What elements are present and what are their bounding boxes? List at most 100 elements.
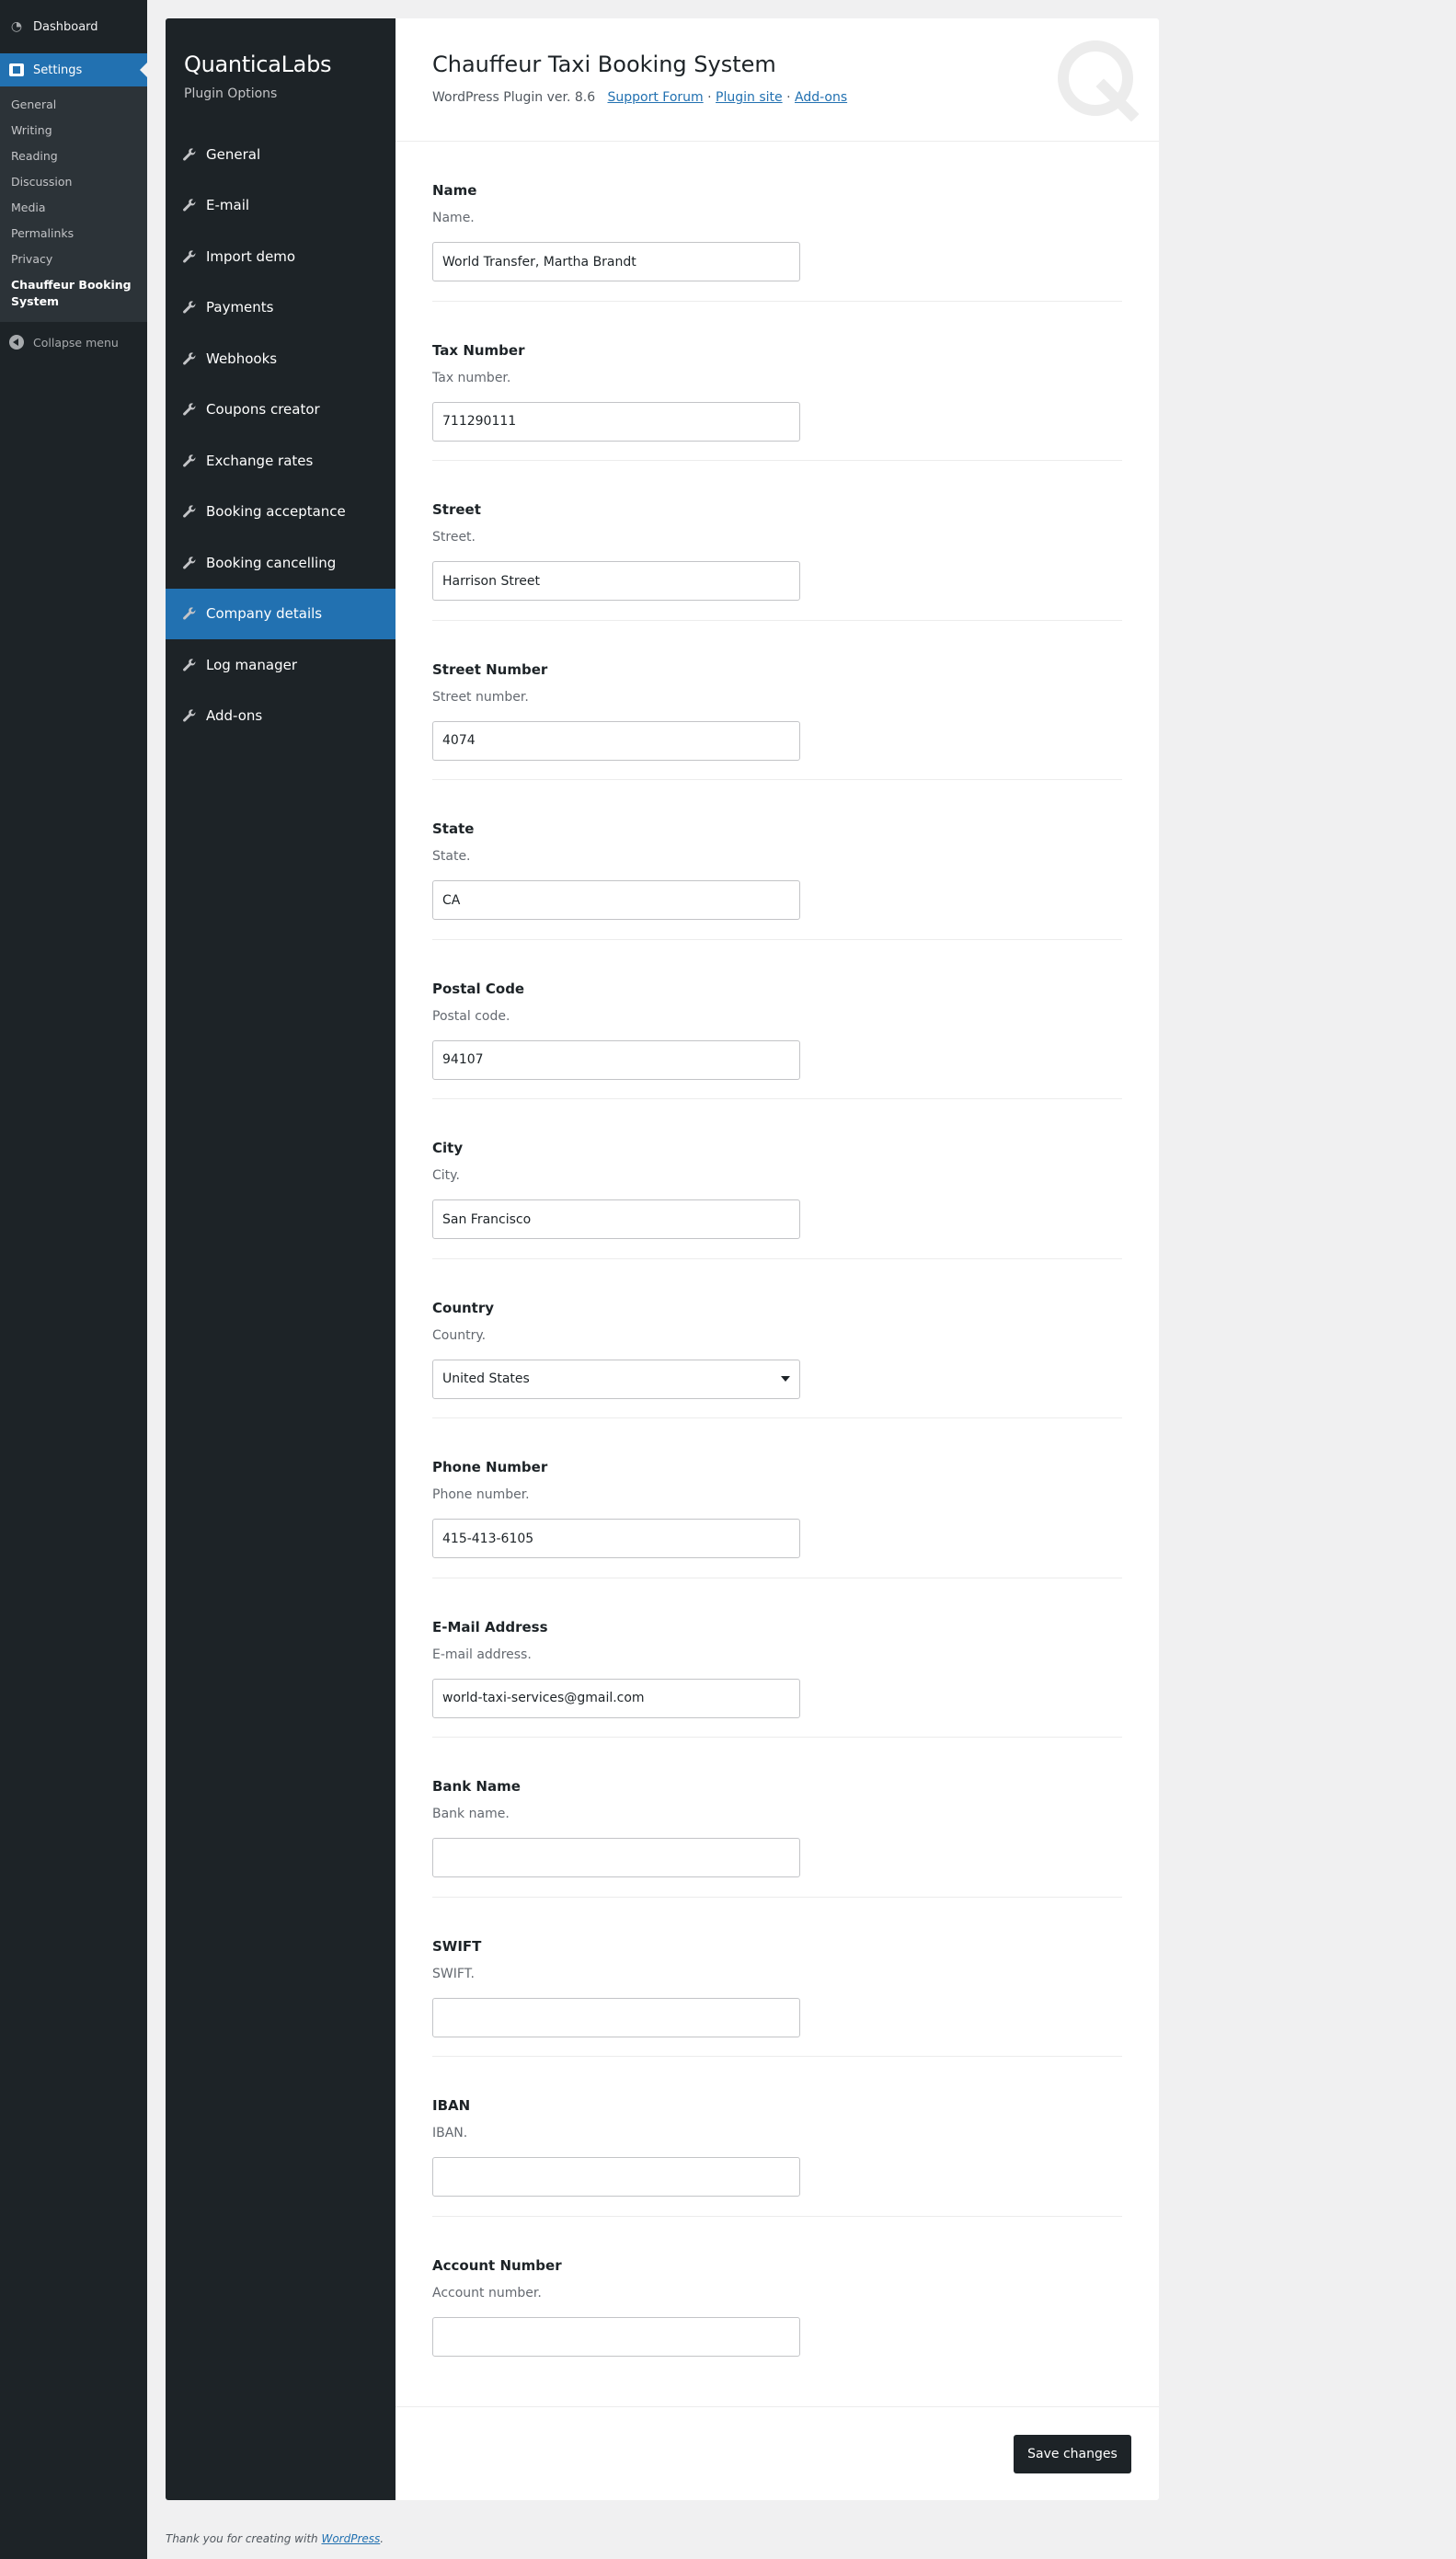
version-line: WordPress Plugin ver. 8.6 Support Forum … [432,90,1122,105]
separator: · [786,90,791,105]
submenu-permalinks[interactable]: Permalinks [0,221,147,247]
plugin-nav-item-booking-cancelling[interactable]: Booking cancelling [166,537,396,589]
postal-code-input[interactable] [432,1039,800,1080]
field-iban: IBAN IBAN. [432,2057,1122,2217]
street-number-input[interactable] [432,720,800,761]
email-input[interactable] [432,1678,800,1718]
wrench-icon [183,607,196,620]
plugin-nav-item-import-demo[interactable]: Import demo [166,231,396,282]
plugin-options-panel: QuanticaLabs Plugin Options General E-mai… [166,18,1159,2500]
field-description: Phone number. [432,1487,530,1502]
field-label: Bank Name [432,1778,521,1795]
swift-input[interactable] [432,1997,800,2037]
plugin-nav-item-label: Log manager [206,656,297,673]
submenu-chauffeur-booking[interactable]: Chauffeur Booking System [0,272,147,315]
field-label: Account Number [432,2256,562,2274]
plugin-nav-item-general[interactable]: General [166,129,396,180]
field-label: Street [432,501,481,518]
submenu-privacy[interactable]: Privacy [0,247,147,272]
tax-number-input[interactable] [432,401,800,442]
footer-end: . [380,2532,384,2545]
wrench-icon [183,454,196,467]
plugin-nav-item-label: General [206,145,261,163]
wp-admin-sidebar: ◔ Dashboard Settings General Writing Rea… [0,0,147,2559]
menu-dashboard-label: Dashboard [33,19,98,34]
wordpress-link[interactable]: WordPress [321,2532,380,2545]
page-title: Chauffeur Taxi Booking System [432,52,776,77]
menu-settings[interactable]: Settings [0,53,147,86]
phone-input[interactable] [432,1519,800,1558]
field-street-number: Street Number Street number. [432,621,1122,780]
field-swift: SWIFT SWIFT. [432,1898,1122,2057]
wrench-icon [183,557,196,569]
main-content: Chauffeur Taxi Booking System WordPress … [396,18,1159,2500]
chevron-down-icon [781,1376,790,1382]
field-description: IBAN. [432,2126,468,2140]
version-text: WordPress Plugin ver. 8.6 [432,90,596,105]
plugin-nav-item-coupons-creator[interactable]: Coupons creator [166,384,396,436]
account-number-input[interactable] [432,2316,800,2357]
dashboard-icon: ◔ [10,19,23,34]
submenu-writing[interactable]: Writing [0,118,147,143]
plugin-nav-item-exchange-rates[interactable]: Exchange rates [166,435,396,487]
field-postal-code: Postal Code Postal code. [432,940,1122,1099]
field-description: State. [432,849,471,864]
field-description: City. [432,1168,460,1183]
field-label: E-Mail Address [432,1618,548,1635]
field-description: Name. [432,211,475,225]
field-label: Name [432,182,477,199]
country-select-value: United States [442,1371,530,1386]
plugin-site-link[interactable]: Plugin site [716,90,783,105]
name-input[interactable] [432,242,800,281]
plugin-nav-item-webhooks[interactable]: Webhooks [166,333,396,384]
submenu-reading[interactable]: Reading [0,143,147,169]
brand-subtitle: Plugin Options [184,86,278,101]
field-description: Account number. [432,2285,542,2301]
plugin-nav-item-e-mail[interactable]: E-mail [166,180,396,232]
state-input[interactable] [432,880,800,920]
save-changes-button[interactable]: Save changes [1014,2435,1131,2473]
wrench-icon [183,301,196,314]
country-select[interactable]: United States [432,1359,800,1399]
field-description: Tax number. [432,370,511,385]
menu-dashboard[interactable]: ◔ Dashboard [0,0,147,53]
plugin-nav-item-label: Coupons creator [206,401,320,419]
iban-input[interactable] [432,2157,800,2197]
addons-link[interactable]: Add-ons [795,90,847,105]
plugin-nav-item-payments[interactable]: Payments [166,282,396,334]
street-input[interactable] [432,561,800,601]
bank-name-input[interactable] [432,1838,800,1877]
plugin-nav-item-add-ons[interactable]: Add-ons [166,691,396,742]
field-email: E-Mail Address E-mail address. [432,1578,1122,1738]
plugin-nav-item-label: Import demo [206,247,296,265]
field-label: SWIFT [432,1937,482,1955]
field-name: Name Name. [432,142,1122,302]
footer-text: Thank you for creating with [166,2532,318,2545]
wrench-icon [183,148,196,161]
wrench-icon [183,250,196,263]
company-details-form: Name Name. Tax Number Tax number. Street… [396,142,1159,2376]
field-label: State [432,820,475,837]
field-description: Bank name. [432,1807,510,1821]
plugin-nav-item-label: Payments [206,299,274,316]
submenu-discussion[interactable]: Discussion [0,169,147,195]
field-label: Tax Number [432,341,525,359]
field-street: Street Street. [432,461,1122,621]
field-label: Country [432,1299,495,1316]
support-forum-link[interactable]: Support Forum [607,90,703,105]
field-bank-name: Bank Name Bank name. [432,1738,1122,1898]
plugin-nav-item-company-details[interactable]: Company details [166,588,396,639]
admin-footer-text: Thank you for creating with WordPress. [166,2532,384,2545]
collapse-menu-button[interactable]: Collapse menu [0,322,147,362]
city-input[interactable] [432,1199,800,1239]
submenu-general[interactable]: General [0,92,147,118]
field-description: E-mail address. [432,1647,532,1662]
plugin-nav-item-log-manager[interactable]: Log manager [166,639,396,691]
field-description: SWIFT. [432,1966,476,1981]
submenu-media[interactable]: Media [0,195,147,221]
field-tax-number: Tax Number Tax number. [432,302,1122,461]
plugin-nav-list: General E-mail Import demo Payments Webhooks… [166,129,396,741]
plugin-nav-item-label: Add-ons [206,707,263,725]
settings-submenu: General Writing Reading Discussion Media… [0,86,147,322]
plugin-nav-item-booking-acceptance[interactable]: Booking acceptance [166,487,396,538]
